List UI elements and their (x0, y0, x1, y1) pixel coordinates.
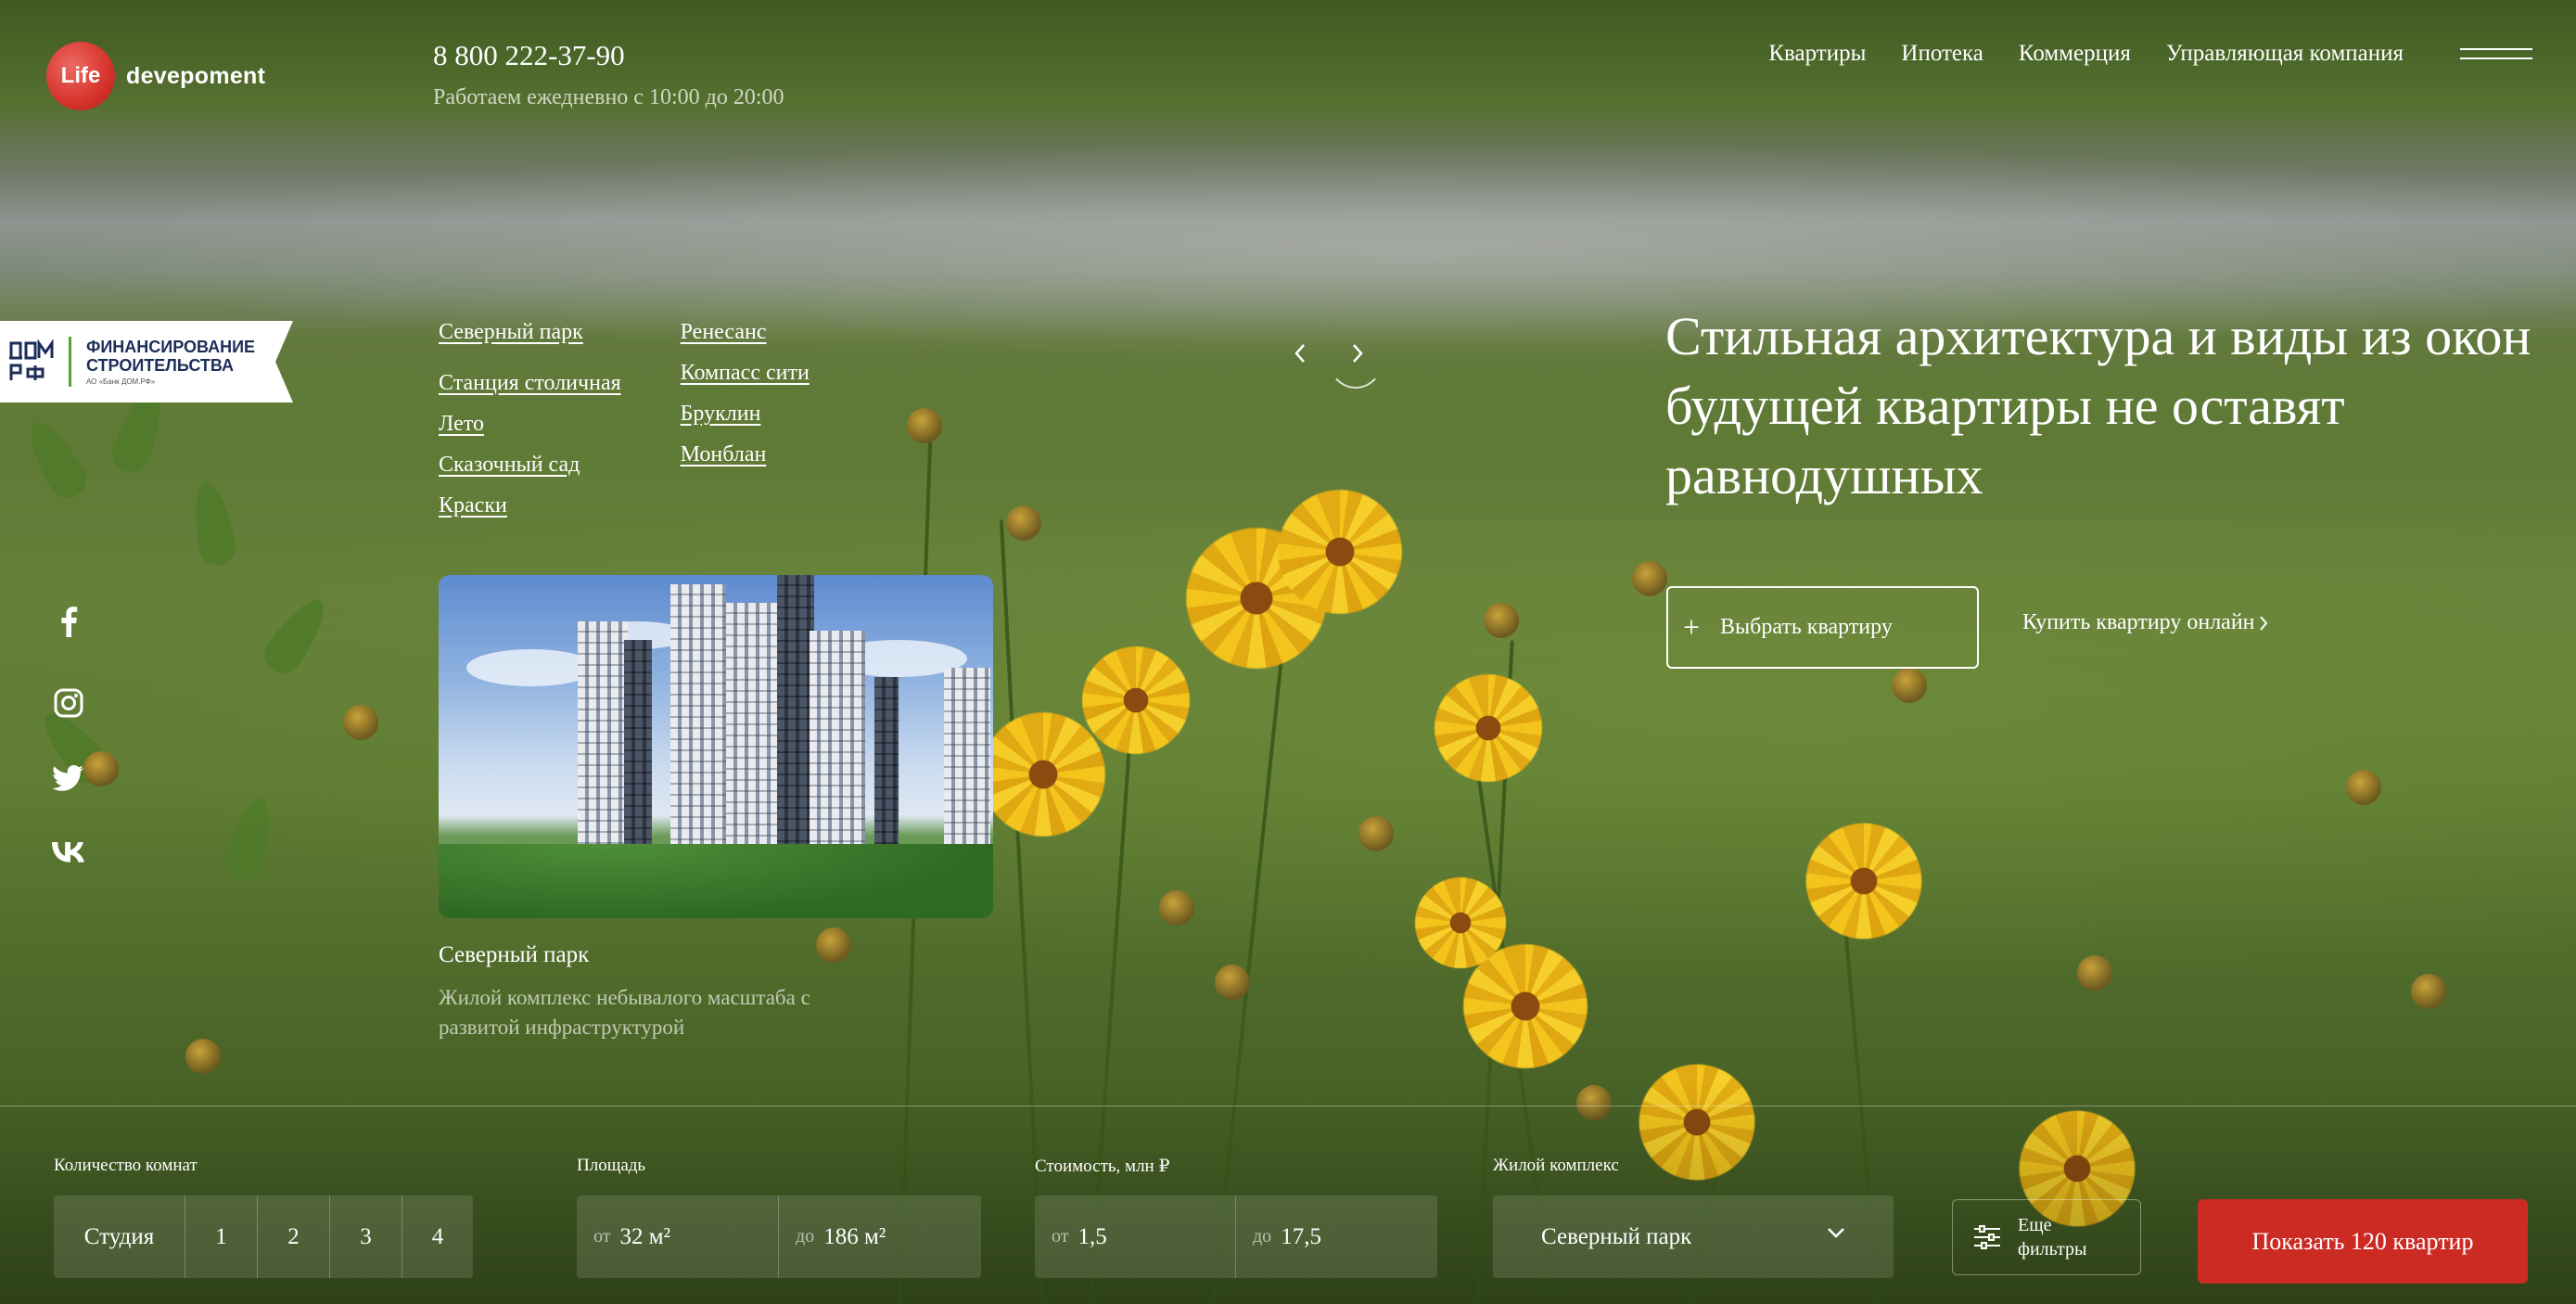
projects-column-1: Северный парк Станция столичная Лето Ска… (439, 320, 621, 534)
nav-item-apartments[interactable]: Квартиры (1768, 41, 1866, 67)
top-navigation: Квартиры Ипотека Коммерция Управляющая к… (1768, 41, 2404, 67)
price-range: от 1,5 до 17,5 (1035, 1195, 1437, 1278)
show-apartments-button[interactable]: Показать 120 квартир (2198, 1199, 2528, 1284)
complex-select[interactable]: Северный парк (1493, 1195, 1894, 1278)
rooms-option-1[interactable]: 1 (185, 1195, 258, 1278)
hero-line: равнодушных (1665, 445, 1983, 505)
rooms-option-2[interactable]: 2 (258, 1195, 330, 1278)
logo-wordmark: devepoment (126, 62, 266, 89)
chevron-down-icon (1828, 1228, 1844, 1238)
badge-separator (69, 337, 71, 387)
hamburger-icon[interactable] (2460, 48, 2532, 61)
badge-text: ФИНАНСИРОВАНИЕ СТРОИТЕЛЬСТВА АО «Банк ДО… (86, 338, 255, 386)
project-card-description: Жилой комплекс небывалого масштаба с раз… (439, 986, 810, 1039)
project-link[interactable]: Ренесанс (681, 320, 810, 345)
badge-title-line1: ФИНАНСИРОВАНИЕ (86, 338, 256, 356)
projects-column-2: Ренесанс Компасс сити Бруклин Монблан (681, 320, 810, 534)
rooms-label: Количество комнат (54, 1156, 198, 1175)
financing-badge[interactable]: ФИНАНСИРОВАНИЕ СТРОИТЕЛЬСТВА АО «Банк ДО… (0, 321, 293, 403)
choose-apartment-label: Выбрать квартиру (1720, 615, 1893, 639)
project-link[interactable]: Лето (439, 412, 621, 437)
nav-item-management-company[interactable]: Управляющая компания (2166, 41, 2404, 67)
area-to-prefix: до (796, 1226, 815, 1246)
more-filters-button[interactable]: Еще фильтры (1952, 1199, 2141, 1275)
buy-online-label: Купить квартиру онлайн (2022, 610, 2255, 634)
twitter-icon[interactable] (46, 756, 91, 800)
logo-circle: Life (46, 42, 115, 110)
project-link[interactable]: Монблан (681, 442, 810, 467)
buy-online-link[interactable]: Купить квартиру онлайн (2022, 610, 2268, 635)
projects-list: Северный парк Станция столичная Лето Ска… (439, 320, 810, 534)
project-link[interactable]: Бруклин (681, 402, 810, 427)
rooms-option-4[interactable]: 4 (402, 1195, 473, 1278)
chevron-right-icon (2259, 615, 2267, 631)
plus-icon: + (1683, 610, 1701, 644)
more-filters-line1: Еще (2018, 1215, 2052, 1235)
project-card-image[interactable] (439, 575, 993, 918)
price-from-value: 1,5 (1078, 1223, 1107, 1249)
background-photo (0, 0, 2576, 1304)
project-card-title[interactable]: Северный парк (439, 942, 589, 968)
working-hours: Работаем ежедневно с 10:00 до 20:00 (433, 85, 784, 109)
filters-sliders-icon (1974, 1225, 2000, 1249)
price-to-value: 17,5 (1281, 1223, 1321, 1249)
instagram-icon[interactable] (46, 681, 91, 725)
choose-apartment-button[interactable]: + Выбрать квартиру (1666, 586, 1979, 669)
dom-rf-logo-icon (7, 338, 59, 386)
project-link[interactable]: Компасс сити (681, 361, 810, 386)
price-to-prefix: до (1253, 1226, 1272, 1246)
chevron-right-icon[interactable] (1341, 337, 1374, 370)
hero-line: Стильная архитектура и виды из окон (1665, 306, 2531, 366)
price-from-prefix: от (1052, 1226, 1069, 1246)
project-link[interactable]: Сказочный сад (439, 453, 621, 478)
price-to-field[interactable]: до 17,5 (1236, 1195, 1437, 1278)
project-link[interactable]: Северный парк (439, 320, 621, 345)
nav-item-mortgage[interactable]: Ипотека (1901, 41, 1983, 67)
area-range: от 32 м² до 186 м² (577, 1195, 981, 1278)
price-from-field[interactable]: от 1,5 (1035, 1195, 1236, 1278)
rooms-option-3[interactable]: 3 (330, 1195, 402, 1278)
hero-heading: Стильная архитектура и виды из окон буду… (1665, 301, 2576, 510)
complex-selected-value: Северный парк (1541, 1223, 1692, 1249)
area-from-prefix: от (593, 1226, 611, 1246)
hero-line: будущей квартиры не оставят (1665, 376, 2345, 436)
vk-icon[interactable] (46, 830, 91, 875)
more-filters-label: Еще фильтры (2018, 1213, 2086, 1261)
phone-number[interactable]: 8 800 222-37-90 (433, 39, 625, 72)
complex-label: Жилой комплекс (1493, 1156, 1619, 1175)
area-from-field[interactable]: от 32 м² (577, 1195, 779, 1278)
area-from-value: 32 м² (619, 1223, 671, 1249)
badge-subtitle: АО «Банк ДОМ.РФ» (86, 377, 156, 386)
badge-title-line2: СТРОИТЕЛЬСТВА (86, 356, 235, 375)
rooms-selector: Студия 1 2 3 4 (54, 1195, 473, 1278)
more-filters-line2: фильтры (2018, 1239, 2087, 1259)
project-link[interactable]: Краски (439, 493, 621, 518)
area-to-value: 186 м² (823, 1223, 886, 1249)
nav-item-commercial[interactable]: Коммерция (2019, 41, 2131, 67)
project-link[interactable]: Станция столичная (439, 371, 621, 396)
facebook-icon[interactable] (46, 599, 91, 644)
chevron-left-icon[interactable] (1283, 337, 1317, 370)
rooms-option-studio[interactable]: Студия (54, 1195, 185, 1278)
price-label: Стоимость, млн ₽ (1035, 1157, 1170, 1176)
area-label: Площадь (577, 1156, 646, 1175)
area-to-field[interactable]: до 186 м² (779, 1195, 981, 1278)
brand-logo[interactable]: Life devepoment (46, 42, 265, 110)
